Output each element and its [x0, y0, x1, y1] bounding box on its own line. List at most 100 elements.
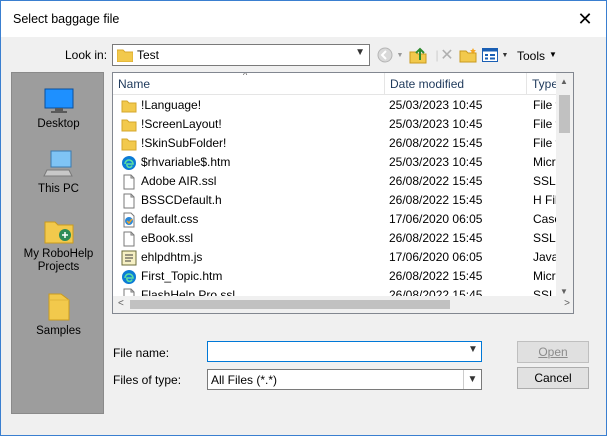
file-name-text: !SkinSubFolder! — [141, 136, 227, 150]
file-name-text: !Language! — [141, 98, 202, 112]
column-date-modified[interactable]: Date modified — [385, 73, 527, 95]
files-of-type-value: All Files (*.*) — [211, 373, 278, 387]
date-modified-cell: 26/08/2022 15:45 — [389, 269, 483, 283]
look-in-dropdown[interactable]: Test ▼ — [112, 44, 370, 66]
file-name-input[interactable] — [207, 341, 482, 362]
place-label: My RoboHelp Projects — [23, 248, 94, 273]
look-in-label: Look in: — [65, 48, 108, 62]
back-icon[interactable] — [376, 44, 394, 66]
horizontal-scrollbar[interactable]: < > — [113, 296, 573, 313]
file-name-cell: $rhvariable$.htm — [121, 153, 383, 172]
file-name-cell: BSSCDefault.h — [121, 191, 383, 210]
file-name-cell: !SkinSubFolder! — [121, 134, 383, 153]
file-row[interactable]: default.css 17/06/2020 06:05 Cascadi — [113, 210, 573, 229]
date-modified-cell: 17/06/2020 06:05 — [389, 250, 483, 264]
files-of-type-select[interactable]: All Files (*.*) ▼ — [207, 369, 482, 390]
file-row[interactable]: $rhvariable$.htm 25/03/2023 10:45 Microsc — [113, 153, 573, 172]
file-name-text: $rhvariable$.htm — [141, 155, 231, 169]
folder-icon — [121, 117, 137, 133]
place-label: Desktop — [37, 118, 80, 130]
title-bar: Select baggage file ✕ — [1, 1, 606, 37]
file-row[interactable]: First_Topic.htm 26/08/2022 15:45 Microsc — [113, 267, 573, 286]
place-samples[interactable]: Samples — [12, 292, 105, 338]
column-header-row: ^ Name Date modified Type — [113, 73, 573, 95]
file-row[interactable]: !ScreenLayout! 25/03/2023 10:45 File fold — [113, 115, 573, 134]
document-icon — [121, 174, 137, 190]
file-name-text: First_Topic.htm — [141, 269, 223, 283]
file-row[interactable]: !Language! 25/03/2023 10:45 File fold — [113, 96, 573, 115]
desktop-icon — [44, 88, 73, 113]
folder-icon — [48, 293, 69, 321]
scroll-up-icon[interactable]: ▲ — [560, 77, 568, 86]
place-my-robohelp-projects[interactable]: My RoboHelp Projects — [12, 217, 105, 274]
file-row[interactable]: !SkinSubFolder! 26/08/2022 15:45 File fold — [113, 134, 573, 153]
look-in-value: Test — [137, 48, 160, 62]
file-name-text: BSSCDefault.h — [141, 193, 222, 207]
date-modified-cell: 26/08/2022 15:45 — [389, 193, 483, 207]
robohelp-folder-icon — [44, 221, 73, 244]
delete-icon[interactable]: ✕ — [438, 44, 456, 66]
file-row[interactable]: eBook.ssl 26/08/2022 15:45 SSL File — [113, 229, 573, 248]
file-name-cell: !ScreenLayout! — [121, 115, 383, 134]
scroll-thumb[interactable] — [559, 95, 570, 133]
view-menu-icon[interactable] — [481, 44, 499, 66]
place-desktop[interactable]: Desktop — [12, 87, 105, 131]
file-name-text: !ScreenLayout! — [141, 117, 222, 131]
file-name-cell: Adobe AIR.ssl — [121, 172, 383, 191]
file-name-cell: eBook.ssl — [121, 229, 383, 248]
scroll-left-icon[interactable]: < — [118, 298, 124, 309]
file-row[interactable]: ehlpdhtm.js17/06/2020 06:05JavaScri — [113, 248, 573, 267]
new-folder-icon[interactable] — [458, 44, 478, 66]
computer-icon — [42, 150, 73, 177]
up-folder-icon[interactable] — [408, 44, 428, 66]
column-name[interactable]: Name — [113, 73, 385, 95]
date-modified-cell: 25/03/2023 10:45 — [389, 98, 483, 112]
file-name-cell: First_Topic.htm — [121, 267, 383, 286]
chevron-down-icon[interactable]: ▼ — [463, 370, 481, 389]
folder-icon — [121, 136, 137, 152]
file-name-cell: ehlpdhtm.js — [121, 248, 383, 267]
place-label: Samples — [36, 325, 81, 337]
file-name-text: Adobe AIR.ssl — [141, 174, 217, 188]
open-button[interactable]: Open — [517, 341, 589, 363]
date-modified-cell: 17/06/2020 06:05 — [389, 212, 483, 226]
close-icon[interactable]: ✕ — [572, 7, 598, 31]
back-dropdown-icon[interactable]: ▼ — [395, 44, 405, 66]
select-file-dialog: Select baggage file ✕ Look in: Test ▼ ▼ … — [0, 0, 607, 436]
date-modified-cell: 25/03/2023 10:45 — [389, 155, 483, 169]
tools-menu[interactable]: Tools — [517, 49, 545, 63]
file-name-label: File name: — [113, 346, 170, 360]
file-rows: !Language! 25/03/2023 10:45 File fold !Scre… — [113, 96, 573, 313]
file-row[interactable]: BSSCDefault.h 26/08/2022 15:45 H File — [113, 191, 573, 210]
tools-dropdown-icon[interactable]: ▼ — [549, 50, 557, 59]
scroll-thumb[interactable] — [130, 300, 450, 309]
view-dropdown-icon[interactable]: ▼ — [500, 44, 510, 66]
file-row[interactable]: Adobe AIR.ssl 26/08/2022 15:45 SSL File — [113, 172, 573, 191]
folder-icon — [121, 98, 137, 114]
date-modified-cell: 25/03/2023 10:45 — [389, 117, 483, 131]
place-label: This PC — [38, 183, 79, 195]
file-name-text: default.css — [141, 212, 199, 226]
script-icon — [121, 250, 137, 266]
chevron-down-icon: ▼ — [355, 47, 365, 58]
css-icon — [121, 212, 137, 228]
file-list[interactable]: ^ Name Date modified Type !Language! 25/0… — [112, 72, 574, 314]
date-modified-cell: 26/08/2022 15:45 — [389, 136, 483, 150]
file-name-text: ehlpdhtm.js — [141, 250, 203, 264]
scroll-down-icon[interactable]: ▼ — [560, 287, 568, 296]
edge-html-icon — [121, 269, 137, 285]
date-modified-cell: 26/08/2022 15:45 — [389, 174, 483, 188]
window-title: Select baggage file — [13, 12, 120, 26]
cancel-button[interactable]: Cancel — [517, 367, 589, 389]
file-name-text: eBook.ssl — [141, 231, 194, 245]
file-name-cell: default.css — [121, 210, 383, 229]
place-this-pc[interactable]: This PC — [12, 150, 105, 196]
folder-icon — [117, 49, 133, 62]
vertical-scrollbar[interactable]: ▲ ▼ — [556, 73, 573, 298]
places-bar: Desktop This PC My RoboHelp Projects Sam… — [11, 72, 104, 414]
file-name-cell: !Language! — [121, 96, 383, 115]
files-of-type-label: Files of type: — [113, 373, 182, 387]
date-modified-cell: 26/08/2022 15:45 — [389, 231, 483, 245]
scroll-right-icon[interactable]: > — [564, 298, 570, 309]
document-icon — [121, 231, 137, 247]
